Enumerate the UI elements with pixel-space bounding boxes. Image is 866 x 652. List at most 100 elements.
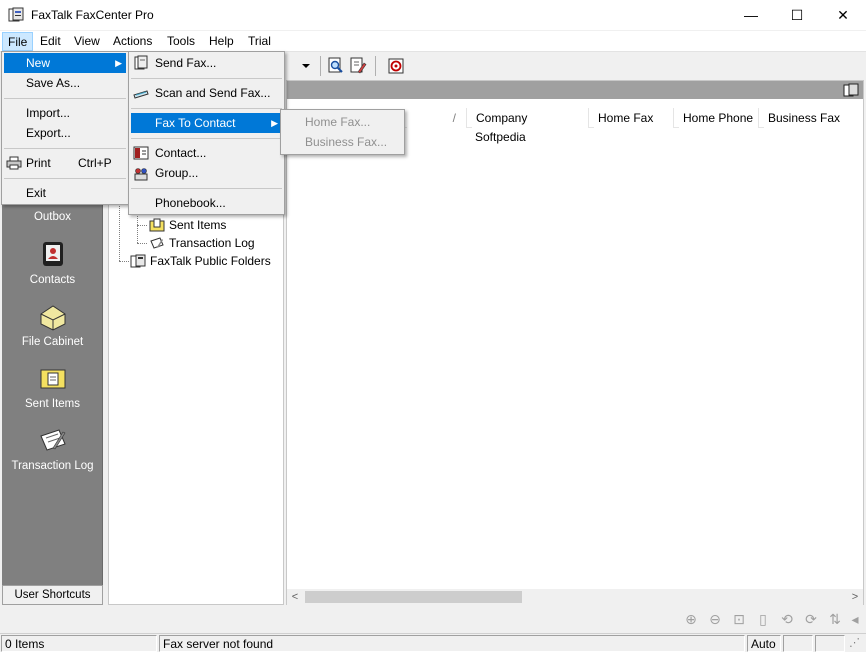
column-header-home-fax[interactable]: Home Fax — [594, 108, 674, 128]
scanner-icon — [133, 90, 149, 99]
public-folders-icon — [130, 254, 146, 268]
fit-page-icon[interactable]: ⊡ — [730, 610, 748, 628]
menu-item-exit[interactable]: Exit — [4, 183, 126, 203]
tree-node-sent-items[interactable]: Sent Items — [149, 217, 226, 233]
zoom-in-icon[interactable]: ⊕ — [682, 610, 700, 628]
tree-node-label: Sent Items — [169, 218, 227, 232]
tree-node-transaction-log[interactable]: Transaction Log — [149, 235, 255, 251]
rotate-right-icon[interactable]: ⟳ — [802, 610, 820, 628]
transaction-log-icon — [150, 237, 164, 249]
status-item-count: 0 Items — [1, 635, 157, 652]
status-mode: Auto — [747, 635, 781, 652]
menu-item-save-as[interactable]: Save As... — [4, 73, 126, 93]
shortcut-transaction-log[interactable]: Transaction Log — [2, 424, 103, 472]
stop-button[interactable] — [385, 55, 407, 77]
table-row[interactable]: Softpedia — [475, 130, 526, 144]
shortcut-sent-items[interactable]: Sent Items — [2, 362, 103, 410]
page-icon[interactable]: ▯ — [754, 610, 772, 628]
tree-connector — [119, 261, 129, 262]
submenu-arrow-icon: ▶ — [115, 58, 122, 68]
scroll-thumb[interactable] — [305, 591, 522, 603]
status-message: Fax server not found — [159, 635, 745, 652]
bottom-toolbar: ⊕ ⊖ ⊡ ▯ ⟲ ⟳ ⇅ ◂ — [286, 606, 864, 632]
menu-item-scan-and-send[interactable]: Scan and Send Fax... — [131, 83, 282, 103]
menu-separator — [131, 188, 282, 189]
shortcut-file-cabinet[interactable]: File Cabinet — [2, 300, 103, 348]
menu-item-import[interactable]: Import... — [4, 103, 126, 123]
menu-item-label: Import... — [26, 106, 71, 120]
preview-button[interactable] — [325, 55, 347, 77]
magnify-document-icon — [328, 57, 343, 73]
resize-grip-icon[interactable]: ⋰ — [849, 636, 860, 649]
cell-company: Softpedia — [475, 130, 526, 144]
tree-node-label: Transaction Log — [169, 236, 255, 250]
menu-file[interactable]: File — [2, 32, 34, 51]
view-dropdown[interactable] — [286, 56, 316, 76]
column-header-home-phone[interactable]: Home Phone — [679, 108, 759, 128]
column-header-business-fax[interactable]: Business Fax — [764, 108, 863, 128]
menu-item-label: Phonebook... — [155, 196, 226, 210]
menu-item-label: Business Fax... — [305, 135, 388, 149]
close-button[interactable]: ✕ — [820, 0, 866, 30]
menu-item-label: Exit — [26, 186, 47, 200]
list-header-bar — [287, 81, 863, 99]
status-pane — [815, 635, 845, 652]
menu-item-label: Home Fax... — [305, 115, 371, 129]
submenu-arrow-icon: ▶ — [271, 118, 278, 128]
user-shortcuts-button[interactable]: User Shortcuts — [2, 585, 103, 605]
menu-item-new[interactable]: New ▶ — [4, 53, 126, 73]
menu-item-fax-to-contact[interactable]: Fax To Contact ▶ — [131, 113, 282, 133]
edit-document-button[interactable] — [347, 55, 369, 77]
menu-actions[interactable]: Actions — [108, 32, 157, 51]
fax-to-contact-submenu: Home Fax... Business Fax... — [280, 109, 405, 155]
horizontal-scrollbar[interactable]: < > — [287, 589, 863, 605]
window-title: FaxTalk FaxCenter Pro — [31, 8, 154, 22]
shortcut-contacts[interactable]: Contacts — [2, 238, 103, 286]
menu-tools[interactable]: Tools — [162, 32, 200, 51]
menu-item-phonebook[interactable]: Phonebook... — [131, 193, 282, 213]
menu-item-group[interactable]: Group... — [131, 163, 282, 183]
menu-item-contact[interactable]: Contact... — [131, 143, 282, 163]
sent-items-icon — [149, 218, 165, 232]
maximize-button[interactable]: ☐ — [774, 0, 820, 30]
file-cabinet-icon — [40, 305, 65, 331]
new-submenu: Send Fax... Scan and Send Fax... Fax To … — [128, 51, 285, 215]
printer-icon — [6, 156, 22, 170]
toolbar-separator — [320, 56, 321, 76]
previous-page-icon[interactable]: ◂ — [846, 610, 864, 628]
sent-items-icon — [40, 369, 65, 389]
tree-connector — [137, 225, 147, 226]
contacts-icon — [42, 242, 63, 266]
toolbar-separator — [375, 56, 376, 76]
menu-item-label: Fax To Contact — [155, 116, 236, 130]
flip-icon[interactable]: ⇅ — [826, 610, 844, 628]
menu-item-export[interactable]: Export... — [4, 123, 126, 143]
shortcut-label: Transaction Log — [11, 460, 94, 472]
shortcut-label: Contacts — [29, 274, 76, 286]
shortcut-outbox[interactable]: Outbox — [2, 211, 103, 223]
menu-view[interactable]: View — [69, 32, 105, 51]
status-bar: 0 Items Fax server not found Auto ⋰ — [0, 633, 866, 652]
menu-item-business-fax[interactable]: Business Fax... — [283, 132, 402, 152]
menu-item-label: Save As... — [26, 76, 81, 90]
tree-node-public-folders[interactable]: FaxTalk Public Folders — [130, 253, 271, 269]
menu-item-print[interactable]: Print Ctrl+P — [4, 153, 126, 173]
transaction-log-icon — [39, 429, 66, 451]
scroll-left-icon[interactable]: < — [287, 589, 303, 605]
minimize-button[interactable]: — — [728, 0, 774, 30]
zoom-out-icon[interactable]: ⊖ — [706, 610, 724, 628]
menu-edit[interactable]: Edit — [35, 32, 66, 51]
tree-connector — [137, 243, 147, 244]
menu-help[interactable]: Help — [204, 32, 239, 51]
contact-card-icon — [133, 146, 149, 160]
rotate-left-icon[interactable]: ⟲ — [778, 610, 796, 628]
edit-document-icon — [350, 57, 367, 74]
menu-item-home-fax[interactable]: Home Fax... — [283, 112, 402, 132]
menu-trial[interactable]: Trial — [243, 32, 276, 51]
menu-item-send-fax[interactable]: Send Fax... — [131, 53, 282, 73]
stop-fax-icon — [388, 58, 404, 74]
scroll-right-icon[interactable]: > — [847, 589, 863, 605]
menu-item-label: Export... — [26, 126, 71, 140]
send-fax-icon — [134, 55, 148, 70]
column-header-company[interactable]: Company — [472, 108, 589, 128]
